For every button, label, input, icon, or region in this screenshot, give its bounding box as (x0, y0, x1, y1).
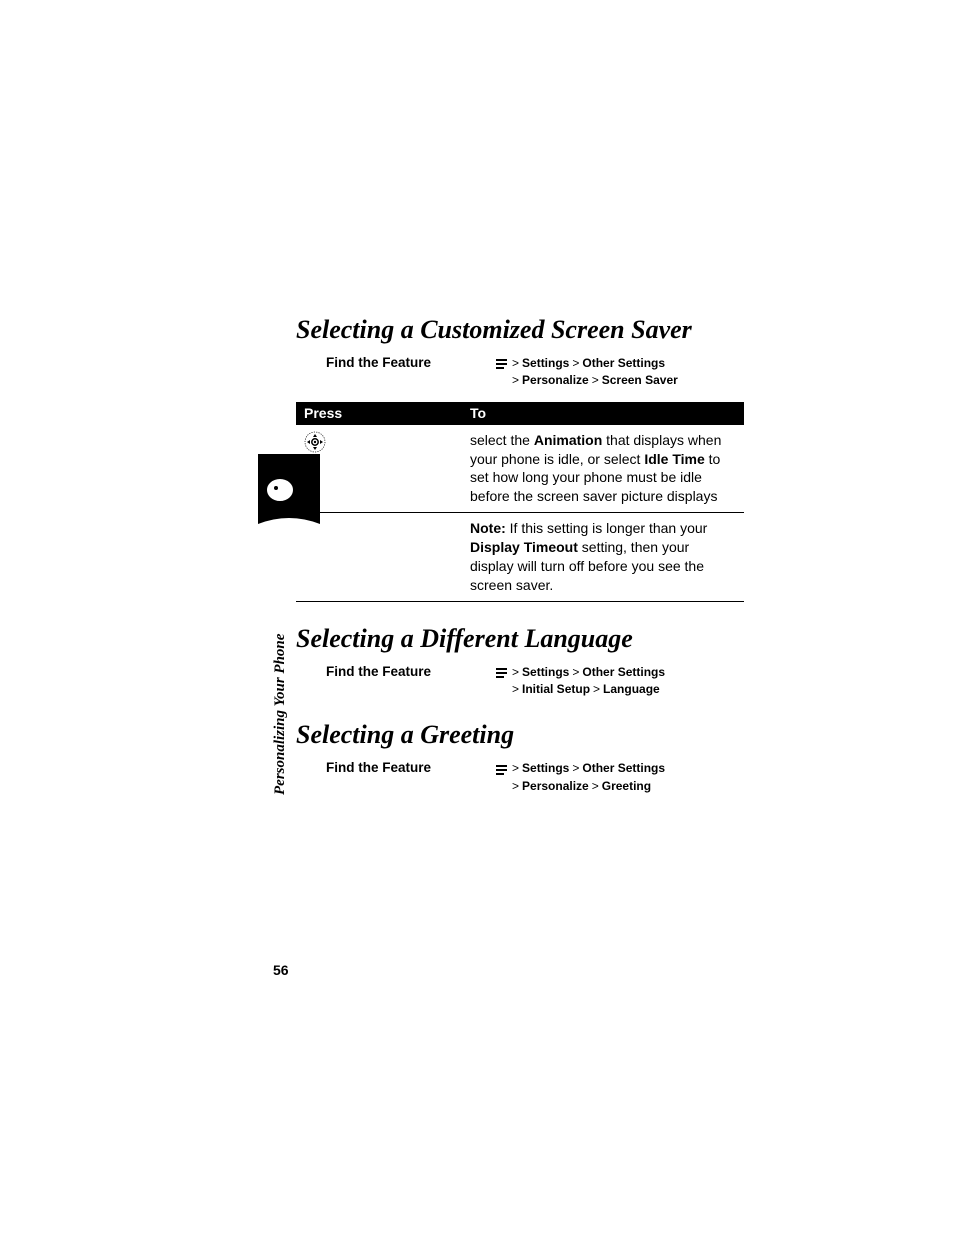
heading-screen-saver: Selecting a Customized Screen Saver (296, 315, 744, 345)
instruction-table: Press To (296, 402, 744, 602)
to-cell-2: Note: If this setting is longer than you… (462, 513, 744, 602)
press-cell-empty (296, 513, 462, 602)
menu-icon (496, 667, 507, 678)
heading-greeting: Selecting a Greeting (296, 720, 744, 750)
find-feature-row-greeting: Find the Feature >Settings>Other Setting… (296, 760, 744, 795)
nav-key-icon (304, 431, 326, 453)
menu-icon (496, 764, 507, 775)
heading-language: Selecting a Different Language (296, 624, 744, 654)
menu-path-greeting: >Settings>Other Settings >Personalize>Gr… (496, 760, 665, 795)
menu-path-screen-saver: >Settings>Other Settings >Personalize>Sc… (496, 355, 678, 390)
col-header-press: Press (296, 402, 462, 425)
table-row: select the Animation that displays when … (296, 425, 744, 513)
col-header-to: To (462, 402, 744, 425)
menu-icon (496, 358, 507, 369)
find-feature-label: Find the Feature (296, 355, 496, 370)
menu-path-language: >Settings>Other Settings >Initial Setup>… (496, 664, 665, 699)
find-feature-row-screen-saver: Find the Feature >Settings>Other Setting… (296, 355, 744, 390)
table-header-row: Press To (296, 402, 744, 425)
table-row: Note: If this setting is longer than you… (296, 513, 744, 602)
to-cell-1: select the Animation that displays when … (462, 425, 744, 513)
page-number: 56 (273, 962, 289, 978)
find-feature-label: Find the Feature (296, 760, 496, 775)
main-content: Selecting a Customized Screen Saver Find… (296, 315, 744, 799)
press-cell (296, 425, 462, 513)
find-feature-label: Find the Feature (296, 664, 496, 679)
find-feature-row-language: Find the Feature >Settings>Other Setting… (296, 664, 744, 699)
chapter-side-label: Personalizing Your Phone (272, 634, 289, 795)
